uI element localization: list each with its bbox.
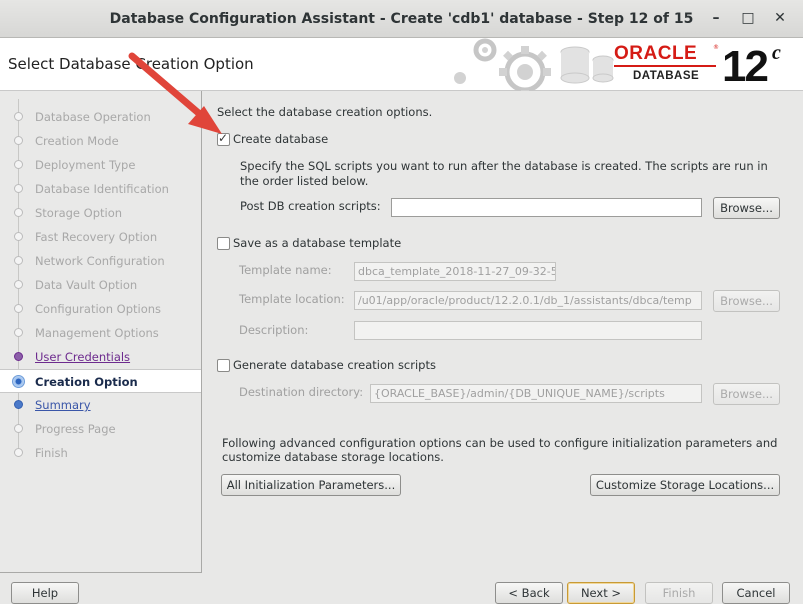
save-template-checkbox[interactable]	[217, 237, 230, 250]
step-dot-icon	[14, 448, 23, 457]
step-summary[interactable]: Summary	[0, 393, 201, 417]
step-creation-mode: Creation Mode	[0, 129, 201, 153]
generate-scripts-checkbox[interactable]	[217, 359, 230, 372]
step-dot-icon	[14, 280, 23, 289]
step-storage-option: Storage Option	[0, 201, 201, 225]
intro-text: Select the database creation options.	[217, 105, 433, 119]
main-panel: Select the database creation options. Cr…	[202, 91, 803, 573]
step-dot-icon	[14, 208, 23, 217]
step-current-dot-icon	[12, 375, 25, 388]
template-description-label: Description:	[239, 323, 309, 337]
step-user-credentials[interactable]: User Credentials	[0, 345, 201, 369]
version-logo-number: 12	[722, 42, 769, 91]
step-dot-icon	[14, 352, 23, 361]
template-location-input[interactable]: /u01/app/oracle/product/12.2.0.1/db_1/as…	[354, 291, 702, 310]
advanced-text-line2: customize database storage locations.	[222, 450, 444, 464]
step-dot-icon	[14, 112, 23, 121]
step-dot-icon	[14, 160, 23, 169]
destination-directory-browse-button[interactable]: Browse...	[713, 383, 780, 405]
help-button[interactable]: Help	[11, 582, 79, 604]
version-logo-suffix: c	[772, 42, 781, 64]
oracle-logo-text: ORACLE	[614, 43, 698, 64]
step-dot-icon	[14, 304, 23, 313]
step-dot-icon	[14, 232, 23, 241]
template-name-label: Template name:	[239, 263, 332, 277]
create-database-desc-line2: the order listed below.	[240, 174, 369, 188]
next-button[interactable]: Next >	[567, 582, 635, 604]
step-dot-icon	[14, 136, 23, 145]
step-fast-recovery-option: Fast Recovery Option	[0, 225, 201, 249]
step-dot-icon	[14, 256, 23, 265]
step-configuration-options: Configuration Options	[0, 297, 201, 321]
logo-rule	[614, 65, 716, 67]
step-deployment-type: Deployment Type	[0, 153, 201, 177]
step-progress-page: Progress Page	[0, 417, 201, 441]
generate-scripts-label[interactable]: Generate database creation scripts	[233, 358, 436, 372]
step-dot-icon	[14, 328, 23, 337]
step-database-operation: Database Operation	[0, 105, 201, 129]
step-dot-icon	[14, 424, 23, 433]
window-title: Database Configuration Assistant - Creat…	[109, 11, 694, 27]
gears-database-graphic-icon	[454, 38, 614, 91]
database-logo-text: DATABASE	[633, 70, 700, 82]
minimize-icon[interactable]: –	[707, 9, 725, 27]
advanced-text-line1: Following advanced configuration options…	[222, 436, 778, 450]
back-button[interactable]: < Back	[495, 582, 563, 604]
step-network-configuration: Network Configuration	[0, 249, 201, 273]
registered-mark: ®	[713, 44, 719, 51]
step-dot-icon	[14, 400, 23, 409]
post-db-scripts-label: Post DB creation scripts:	[240, 199, 381, 213]
step-management-options: Management Options	[0, 321, 201, 345]
template-name-input[interactable]: dbca_template_2018-11-27_09-32-5	[354, 262, 556, 281]
save-template-label[interactable]: Save as a database template	[233, 236, 401, 250]
post-db-scripts-input[interactable]	[391, 198, 702, 217]
create-database-label[interactable]: Create database	[233, 132, 328, 146]
close-icon[interactable]: ✕	[771, 9, 789, 27]
template-description-input[interactable]	[354, 321, 702, 340]
step-finish: Finish	[0, 441, 201, 465]
template-location-browse-button[interactable]: Browse...	[713, 290, 780, 312]
maximize-icon[interactable]: □	[739, 9, 757, 27]
step-navigation: Database Operation Creation Mode Deploym…	[0, 91, 202, 573]
template-location-label: Template location:	[239, 292, 345, 306]
create-database-desc-line1: Specify the SQL scripts you want to run …	[240, 159, 768, 173]
create-database-checkbox[interactable]	[217, 131, 230, 146]
all-initialization-parameters-button[interactable]: All Initialization Parameters...	[221, 474, 401, 496]
post-db-scripts-browse-button[interactable]: Browse...	[713, 197, 780, 219]
page-header: Select Database Creation Option ORACLE ®…	[0, 38, 803, 91]
window-titlebar[interactable]: Database Configuration Assistant - Creat…	[0, 0, 803, 38]
step-dot-icon	[14, 184, 23, 193]
destination-directory-input[interactable]: {ORACLE_BASE}/admin/{DB_UNIQUE_NAME}/scr…	[370, 384, 702, 403]
finish-button[interactable]: Finish	[645, 582, 713, 604]
customize-storage-locations-button[interactable]: Customize Storage Locations...	[590, 474, 780, 496]
destination-directory-label: Destination directory:	[239, 385, 364, 399]
cancel-button[interactable]: Cancel	[722, 582, 790, 604]
step-creation-option: Creation Option	[0, 369, 201, 393]
page-title: Select Database Creation Option	[8, 55, 254, 73]
step-data-vault-option: Data Vault Option	[0, 273, 201, 297]
step-database-identification: Database Identification	[0, 177, 201, 201]
